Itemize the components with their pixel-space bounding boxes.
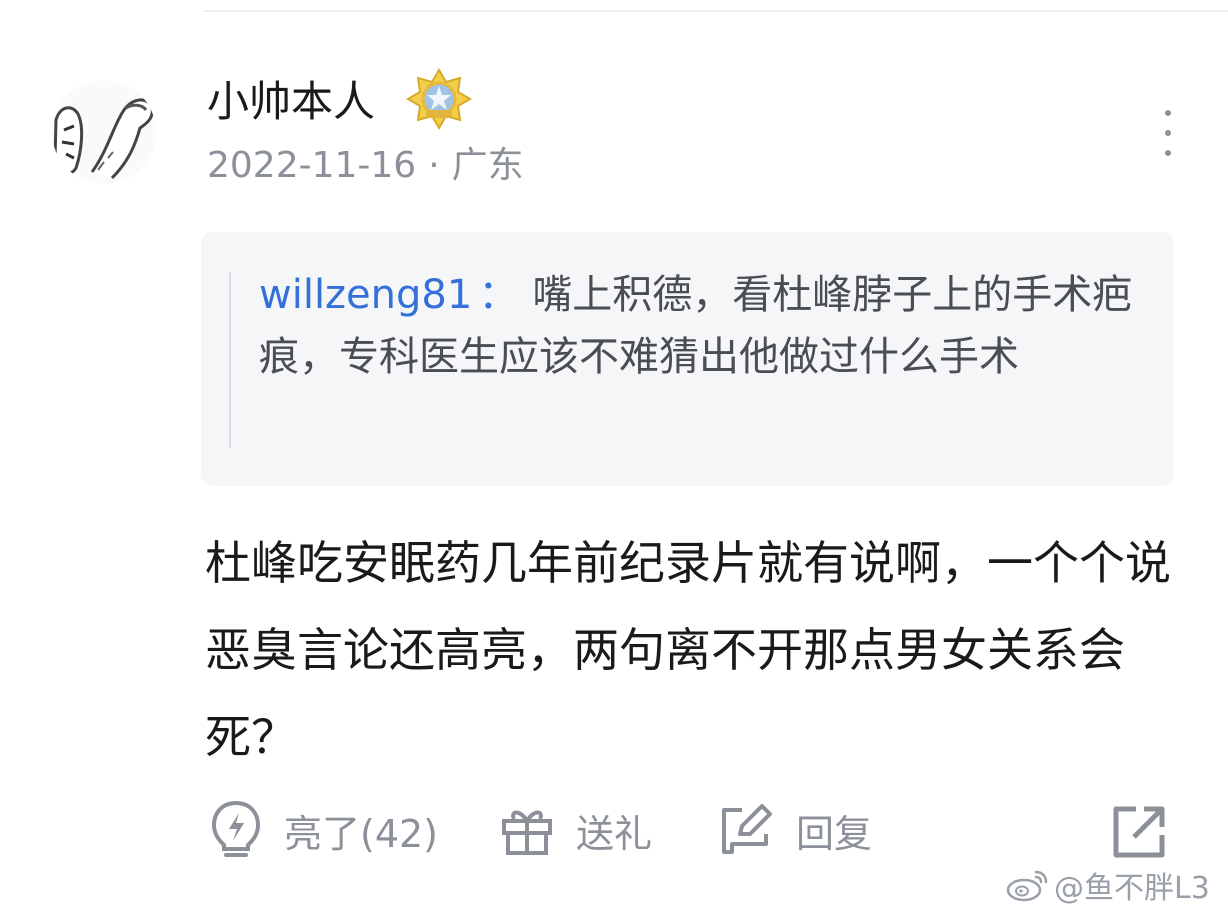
action-bar: 亮了(42) 送礼 回复 [0,795,1228,865]
avatar-image [52,80,156,184]
comment-date: 2022-11-16 [207,145,417,186]
gift-label: 送礼 [576,811,653,856]
meta-separator: · [428,145,440,186]
watermark-text: @鱼不胖L3 [1054,871,1210,906]
comment-location: 广东 [451,145,524,186]
more-vertical-icon[interactable] [1152,110,1184,156]
weibo-logo-icon [1006,870,1048,902]
reply-button[interactable]: 回复 [718,795,872,865]
lightbulb-icon [211,800,261,857]
quoted-comment[interactable]: willzeng81：嘴上积德，看杜峰脖子上的手术疤痕，专科医生应该不难猜出他做… [201,232,1174,486]
reply-label: 回复 [796,811,873,856]
quote-username[interactable]: willzeng81 [259,272,472,318]
avatar[interactable] [52,80,156,184]
like-count-label: 亮了(42) [284,811,439,856]
quote-bar [229,272,231,448]
share-external-icon [1113,806,1165,858]
gold-medal-badge-icon[interactable] [406,68,472,130]
comment-body: 杜峰吃安眠药几年前纪录片就有说啊，一个个说恶臭言论还高亮，两句离不开那点男女关系… [205,536,1171,764]
gift-icon [502,810,552,855]
gift-button[interactable]: 送礼 [500,795,652,865]
edit-reply-icon [722,804,772,854]
watermark: @鱼不胖L3 [1006,865,1210,906]
username[interactable]: 小帅本人 [207,74,375,130]
like-button[interactable]: 亮了(42) [210,795,438,865]
comment-meta: 2022-11-16 · 广东 [207,142,524,190]
quote-colon: ： [478,272,519,318]
share-button[interactable] [1110,797,1168,867]
quote-content: willzeng81：嘴上积德，看杜峰脖子上的手术疤痕，专科医生应该不难猜出他做… [259,264,1139,388]
top-divider [203,10,1228,12]
